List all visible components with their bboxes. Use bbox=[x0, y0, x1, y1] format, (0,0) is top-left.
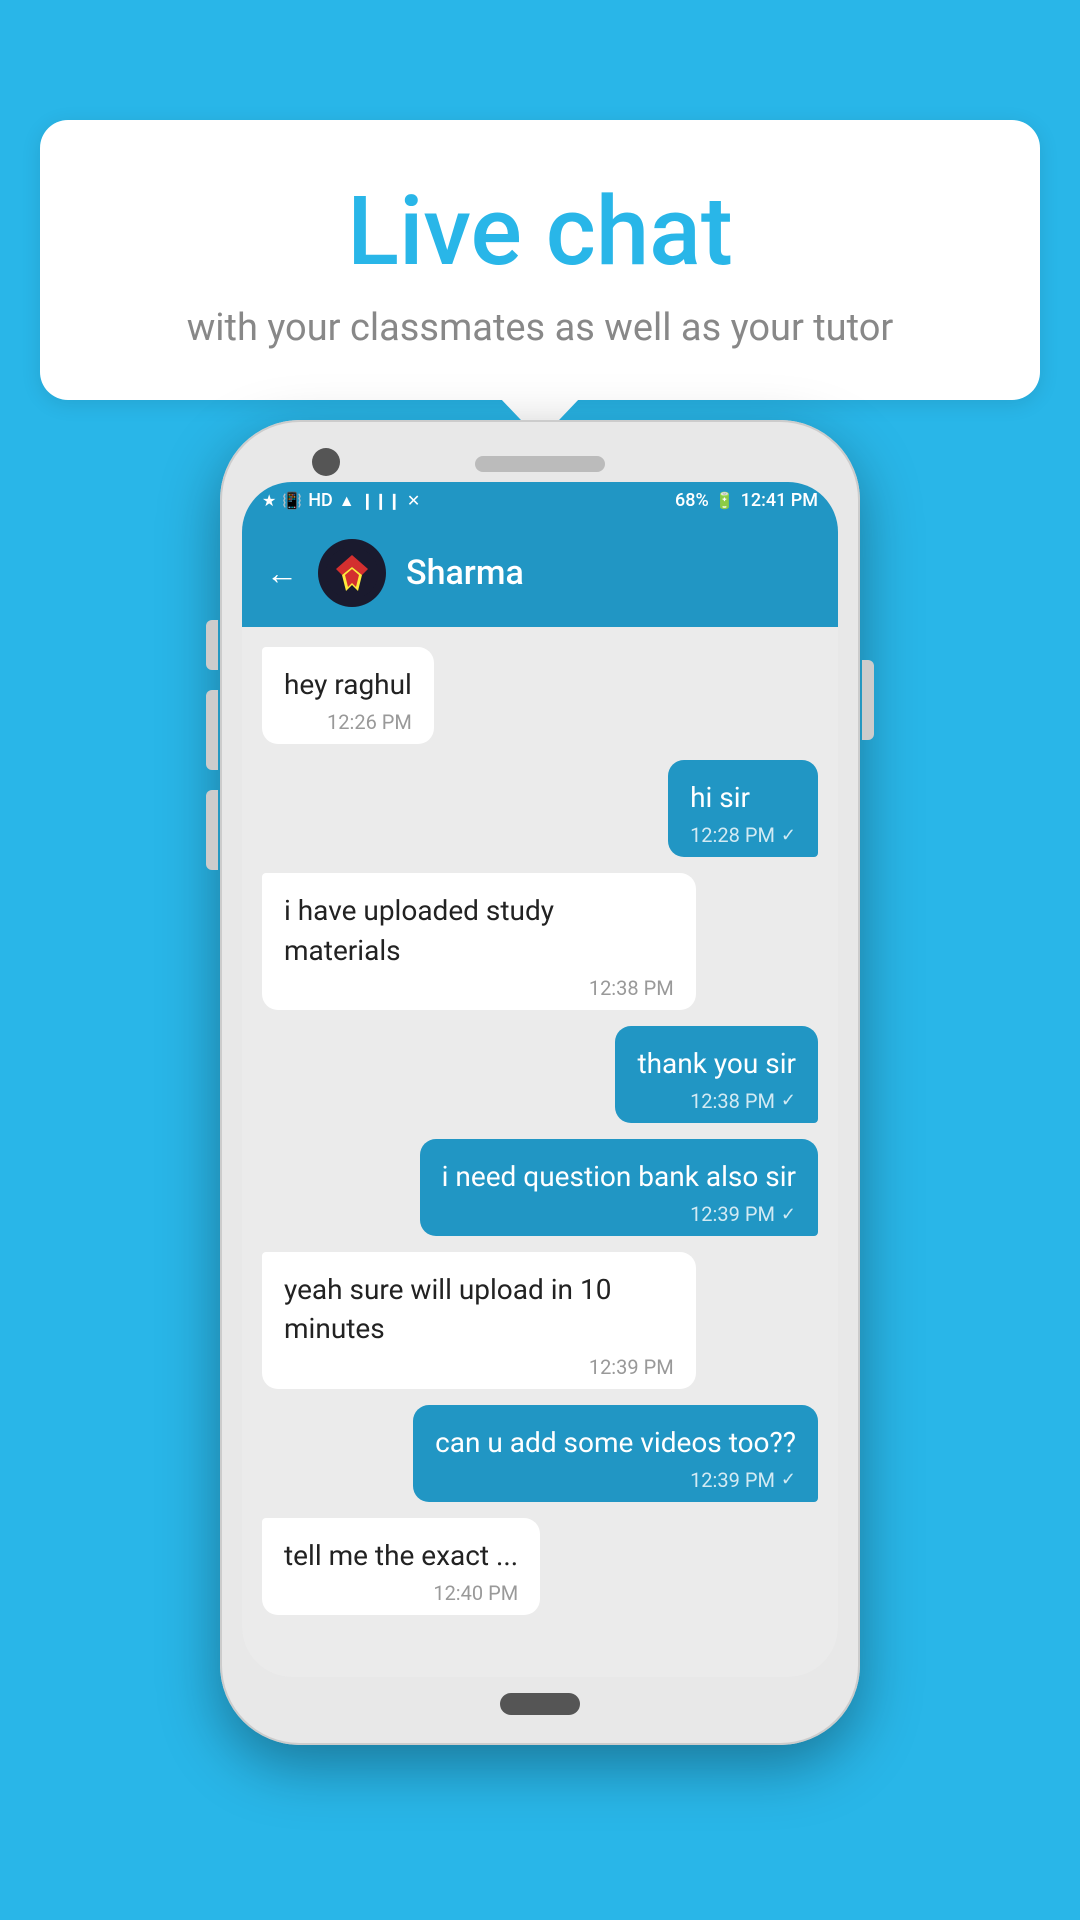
battery-icon: 🔋 bbox=[715, 491, 735, 510]
message-text: thank you sir bbox=[637, 1044, 796, 1083]
message-row: yeah sure will upload in 10 minutes 12:39… bbox=[262, 1252, 818, 1388]
app-bar: ← Sharma bbox=[242, 519, 838, 627]
message-time: 12:38 PM bbox=[589, 976, 674, 1000]
message-row: can u add some videos too?? 12:39 PM ✓ bbox=[262, 1405, 818, 1502]
avatar bbox=[318, 539, 386, 607]
speech-bubble-container: Live chat with your classmates as well a… bbox=[40, 120, 1040, 400]
message-bubble: yeah sure will upload in 10 minutes 12:39… bbox=[262, 1252, 696, 1388]
message-meta: 12:40 PM bbox=[284, 1581, 518, 1605]
home-indicator[interactable] bbox=[500, 1693, 580, 1715]
phone-mockup: ★ 📳 HD ▲ ❙❙❙ ✕ 68% 🔋 12:41 PM ← bbox=[220, 420, 860, 1745]
bubble-subtitle: with your classmates as well as your tut… bbox=[100, 306, 980, 350]
status-bar: ★ 📳 HD ▲ ❙❙❙ ✕ 68% 🔋 12:41 PM bbox=[242, 482, 838, 519]
message-text: hey raghul bbox=[284, 665, 412, 704]
bluetooth-icon: ★ bbox=[262, 491, 276, 510]
message-text: hi sir bbox=[690, 778, 796, 817]
message-text: can u add some videos too?? bbox=[435, 1423, 796, 1462]
message-row: hi sir 12:28 PM ✓ bbox=[262, 760, 818, 857]
status-bar-left: ★ 📳 HD ▲ ❙❙❙ ✕ bbox=[262, 490, 420, 511]
hd-label: HD bbox=[308, 490, 333, 511]
check-mark-icon: ✓ bbox=[781, 1204, 796, 1225]
message-time: 12:39 PM bbox=[589, 1355, 674, 1379]
message-bubble: tell me the exact ... 12:40 PM bbox=[262, 1518, 540, 1615]
message-text: tell me the exact ... bbox=[284, 1536, 518, 1575]
message-text: i have uploaded study materials bbox=[284, 891, 674, 969]
power-button bbox=[862, 660, 874, 740]
speech-bubble: Live chat with your classmates as well a… bbox=[40, 120, 1040, 400]
chat-area[interactable]: hey raghul 12:26 PM hi sir 12:28 PM ✓ i have … bbox=[242, 627, 838, 1677]
message-time: 12:38 PM bbox=[690, 1089, 775, 1113]
signal-icon: ❙❙❙ bbox=[361, 491, 401, 510]
message-bubble: hey raghul 12:26 PM bbox=[262, 647, 434, 744]
message-text: i need question bank also sir bbox=[442, 1157, 796, 1196]
phone-bottom-bar bbox=[242, 1677, 838, 1723]
contact-name: Sharma bbox=[406, 553, 524, 593]
message-bubble: can u add some videos too?? 12:39 PM ✓ bbox=[413, 1405, 818, 1502]
message-meta: 12:39 PM bbox=[284, 1355, 674, 1379]
back-button[interactable]: ← bbox=[266, 554, 298, 592]
message-bubble: i have uploaded study materials 12:38 PM bbox=[262, 873, 696, 1009]
message-time: 12:39 PM bbox=[690, 1202, 775, 1226]
check-mark-icon: ✓ bbox=[781, 1469, 796, 1490]
message-meta: 12:39 PM ✓ bbox=[442, 1202, 796, 1226]
camera bbox=[312, 448, 340, 476]
vibrate-icon: 📳 bbox=[282, 491, 302, 510]
message-row: thank you sir 12:38 PM ✓ bbox=[262, 1026, 818, 1123]
mute-button bbox=[206, 620, 218, 670]
volume-up-button bbox=[206, 690, 218, 770]
message-meta: 12:28 PM ✓ bbox=[690, 823, 796, 847]
message-time: 12:39 PM bbox=[690, 1468, 775, 1492]
message-meta: 12:39 PM ✓ bbox=[435, 1468, 796, 1492]
message-meta: 12:38 PM ✓ bbox=[637, 1089, 796, 1113]
speaker bbox=[475, 456, 605, 472]
status-bar-right: 68% 🔋 12:41 PM bbox=[675, 490, 818, 511]
message-time: 12:28 PM bbox=[690, 823, 775, 847]
message-bubble: i need question bank also sir 12:39 PM ✓ bbox=[420, 1139, 818, 1236]
phone-screen: ★ 📳 HD ▲ ❙❙❙ ✕ 68% 🔋 12:41 PM ← bbox=[242, 482, 838, 1677]
message-meta: 12:26 PM bbox=[284, 710, 412, 734]
message-text: yeah sure will upload in 10 minutes bbox=[284, 1270, 674, 1348]
volume-down-button bbox=[206, 790, 218, 870]
message-time: 12:40 PM bbox=[433, 1581, 518, 1605]
bubble-title: Live chat bbox=[100, 180, 980, 286]
wifi-icon: ▲ bbox=[339, 491, 355, 511]
check-mark-icon: ✓ bbox=[781, 825, 796, 846]
message-bubble: hi sir 12:28 PM ✓ bbox=[668, 760, 818, 857]
superman-icon bbox=[326, 547, 378, 599]
message-row: tell me the exact ... 12:40 PM bbox=[262, 1518, 818, 1615]
message-row: hey raghul 12:26 PM bbox=[262, 647, 818, 744]
message-time: 12:26 PM bbox=[327, 710, 412, 734]
phone-top-bar bbox=[242, 442, 838, 482]
signal-x-icon: ✕ bbox=[407, 491, 420, 510]
message-bubble: thank you sir 12:38 PM ✓ bbox=[615, 1026, 818, 1123]
battery-percent: 68% bbox=[675, 490, 709, 511]
message-meta: 12:38 PM bbox=[284, 976, 674, 1000]
time-display: 12:41 PM bbox=[741, 490, 818, 511]
phone-outer: ★ 📳 HD ▲ ❙❙❙ ✕ 68% 🔋 12:41 PM ← bbox=[220, 420, 860, 1745]
check-mark-icon: ✓ bbox=[781, 1090, 796, 1111]
message-row: i have uploaded study materials 12:38 PM bbox=[262, 873, 818, 1009]
message-row: i need question bank also sir 12:39 PM ✓ bbox=[262, 1139, 818, 1236]
